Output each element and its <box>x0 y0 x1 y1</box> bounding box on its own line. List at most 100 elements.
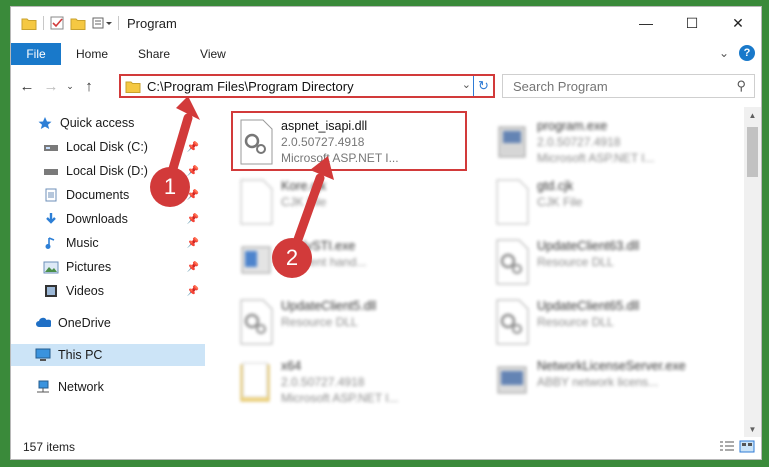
file-name: NetworkLicenseServer.exe <box>537 359 686 373</box>
sidebar-item-quick-access[interactable]: Quick access <box>11 112 205 134</box>
title-bar: Program — ☐ ✕ <box>11 7 761 39</box>
sidebar-item-label: Local Disk (C:) <box>66 140 148 154</box>
folder-icon[interactable] <box>21 16 37 30</box>
file-name: UpdateClient63.dll <box>537 239 640 253</box>
sidebar-item-label: OneDrive <box>58 316 111 330</box>
file-type: Resource DLL <box>281 315 358 329</box>
file-item-gtd-cjk[interactable]: gtd.cjk CJK File <box>489 173 724 229</box>
sidebar-item-videos[interactable]: Videos 📌 <box>11 280 205 302</box>
scroll-up-icon[interactable]: ▲ <box>744 107 761 123</box>
sidebar-item-onedrive[interactable]: OneDrive <box>11 312 205 334</box>
sidebar-item-label: Videos <box>66 284 104 298</box>
sidebar-item-pictures[interactable]: Pictures 📌 <box>11 256 205 278</box>
window-title: Program <box>127 15 177 31</box>
sidebar-item-label: Pictures <box>66 260 112 274</box>
file-type: Resource DLL <box>537 315 614 329</box>
tab-view[interactable]: View <box>185 43 241 65</box>
help-icon[interactable]: ? <box>739 45 755 61</box>
sidebar-item-network[interactable]: Network <box>11 376 205 398</box>
chevron-down-icon[interactable]: ⌄ <box>462 78 471 91</box>
pin-icon[interactable]: 📌 <box>187 166 199 177</box>
scroll-thumb[interactable] <box>747 127 758 177</box>
dll-file-icon <box>240 119 273 165</box>
status-bar: 157 items <box>11 435 761 459</box>
pin-icon[interactable]: 📌 <box>187 214 199 225</box>
expand-ribbon-icon[interactable]: ⌄ <box>719 46 729 60</box>
tab-home[interactable]: Home <box>61 43 123 65</box>
sidebar-item-label: Downloads <box>66 212 128 226</box>
properties-icon[interactable] <box>50 16 64 30</box>
computer-icon <box>35 348 51 362</box>
details-view-icon[interactable] <box>719 440 735 453</box>
divider <box>43 16 44 30</box>
tab-file[interactable]: File <box>11 43 61 65</box>
file-item-updateclient5-dll[interactable]: UpdateClient5.dll Resource DLL <box>233 293 468 349</box>
close-button[interactable]: ✕ <box>715 7 761 39</box>
file-name: Kore.cjk <box>281 179 327 193</box>
file-description: Microsoft ASP.NET I... <box>281 151 399 165</box>
recent-locations-button[interactable]: ⌄ <box>63 81 77 92</box>
file-item-updateclient63-dll[interactable]: UpdateClient63.dll Resource DLL <box>489 233 724 289</box>
sidebar-item-this-pc[interactable]: This PC <box>11 344 205 366</box>
sidebar-item-label: Network <box>58 380 104 394</box>
file-icon <box>240 179 273 225</box>
file-version: 2.0.50727.4918 <box>281 135 365 149</box>
forward-button[interactable]: → <box>39 78 63 95</box>
file-item-x64[interactable]: x64 2.0.50727.4918 Microsoft ASP.NET I..… <box>233 353 468 409</box>
file-version: 2.0.50727.4918 <box>281 375 365 389</box>
pictures-icon <box>43 260 59 274</box>
pin-icon[interactable]: 📌 <box>187 238 199 249</box>
documents-icon <box>43 188 59 202</box>
new-folder-icon[interactable] <box>70 16 86 30</box>
vertical-scrollbar[interactable]: ▲ ▼ <box>744 107 761 437</box>
dll-file-icon <box>496 239 529 285</box>
file-item-aspnet-isapi[interactable]: aspnet_isapi.dll 2.0.50727.4918 Microsof… <box>233 113 468 169</box>
download-icon <box>43 212 59 226</box>
search-input[interactable] <box>513 78 733 94</box>
file-item-networklicenseserver-exe[interactable]: NetworkLicenseServer.exe ABBY network li… <box>489 353 724 409</box>
up-button[interactable]: ↑ <box>77 78 101 95</box>
navigation-pane: Quick access Local Disk (C:) 📌 Local Dis… <box>11 107 205 437</box>
file-version: 2.0.50727.4918 <box>537 135 621 149</box>
file-item-updateclient65-dll[interactable]: UpdateClient65.dll Resource DLL <box>489 293 724 349</box>
sidebar-item-label: Quick access <box>60 116 135 130</box>
window-controls: — ☐ ✕ <box>623 7 761 39</box>
file-name: program.exe <box>537 119 608 133</box>
large-icons-view-icon[interactable] <box>739 440 755 453</box>
back-button[interactable]: ← <box>15 78 39 95</box>
file-description: ABBY network licens... <box>537 375 659 389</box>
divider <box>118 16 119 30</box>
tab-share[interactable]: Share <box>123 43 185 65</box>
file-icon <box>496 179 529 225</box>
pin-icon[interactable]: 📌 <box>187 286 199 297</box>
file-description: Microsoft ASP.NET I... <box>281 391 399 405</box>
pin-icon[interactable]: 📌 <box>187 262 199 273</box>
videos-icon <box>43 284 59 298</box>
file-type: CJK File <box>537 195 583 209</box>
maximize-button[interactable]: ☐ <box>669 7 715 39</box>
search-box[interactable]: ⚲ <box>502 74 755 98</box>
file-item-program-exe[interactable]: program.exe 2.0.50727.4918 Microsoft ASP… <box>489 113 724 169</box>
view-toggle <box>719 440 755 453</box>
exe-file-icon <box>498 126 526 158</box>
customize-qat-icon[interactable] <box>92 16 112 30</box>
file-item-applysti-exe[interactable]: ApplySTI.exe sh event hand... <box>233 233 468 289</box>
search-icon[interactable]: ⚲ <box>736 78 746 94</box>
sidebar-item-label: Local Disk (D:) <box>66 164 148 178</box>
quick-access-toolbar <box>11 16 119 30</box>
sidebar-item-local-disk-c[interactable]: Local Disk (C:) 📌 <box>11 136 205 158</box>
file-name: UpdateClient5.dll <box>281 299 377 313</box>
pin-icon[interactable]: 📌 <box>187 142 199 153</box>
address-path[interactable]: C:\Program Files\Program Directory <box>147 79 354 94</box>
exe-file-icon <box>241 246 271 274</box>
sidebar-item-label: This PC <box>58 348 103 362</box>
sidebar-item-downloads[interactable]: Downloads 📌 <box>11 208 205 230</box>
refresh-button[interactable]: ↻ <box>473 76 493 96</box>
drive-icon <box>43 140 59 154</box>
file-item-kore-cjk[interactable]: Kore.cjk CJK File <box>233 173 468 229</box>
navigation-bar: ← → ⌄ ↑ C:\Program Files\Program Directo… <box>11 71 761 101</box>
sidebar-item-music[interactable]: Music 📌 <box>11 232 205 254</box>
minimize-button[interactable]: — <box>623 7 669 39</box>
ribbon-tabs: File Home Share View ⌄ ? <box>11 43 761 65</box>
address-bar[interactable]: C:\Program Files\Program Directory ⌄ ↻ <box>119 74 495 98</box>
